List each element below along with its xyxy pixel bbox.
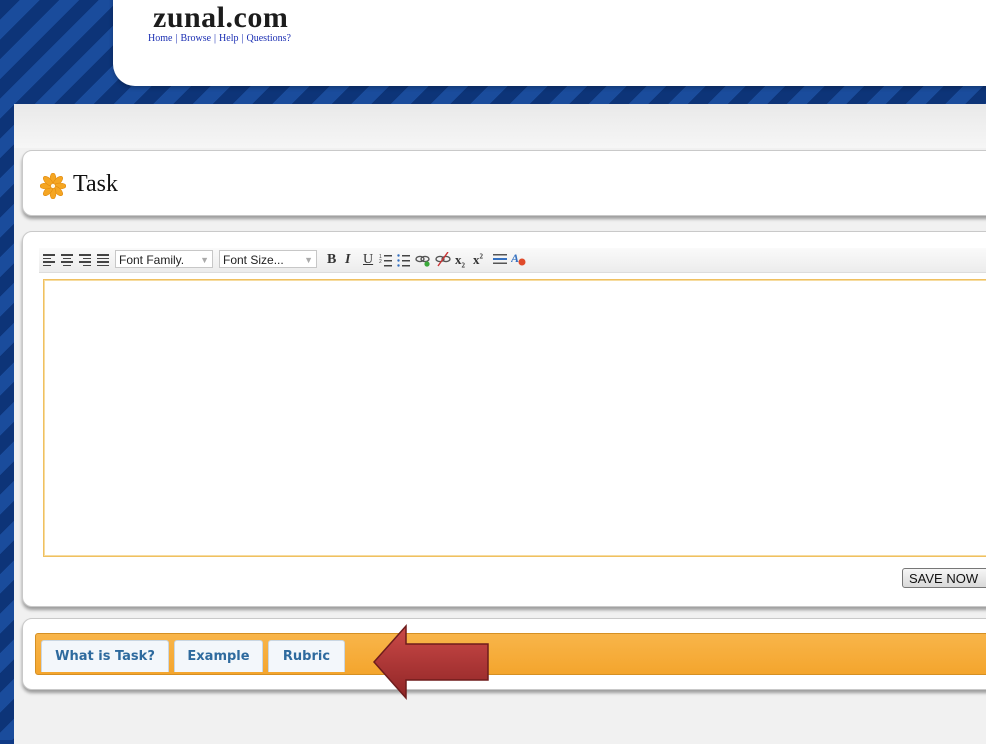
- task-title-panel: Task: [22, 150, 986, 216]
- horizontal-rule-icon[interactable]: [493, 253, 507, 269]
- align-left-icon[interactable]: [43, 254, 55, 266]
- tab-what-is-task[interactable]: What is Task?: [41, 640, 169, 672]
- font-size-select[interactable]: Font Size... ▼: [219, 250, 317, 268]
- clean-format-icon[interactable]: A: [511, 251, 527, 267]
- nav-help-link[interactable]: Help: [219, 33, 238, 44]
- nav-browse-link[interactable]: Browse: [180, 33, 211, 44]
- nav-home-link[interactable]: Home: [148, 33, 172, 44]
- save-now-button[interactable]: SAVE NOW: [902, 568, 986, 588]
- pointer-arrow-icon: [372, 624, 489, 700]
- unordered-list-icon[interactable]: [397, 253, 411, 269]
- tab-rubric[interactable]: Rubric: [268, 640, 345, 672]
- subscript-button[interactable]: x2: [455, 252, 465, 270]
- bold-button[interactable]: B: [327, 252, 336, 268]
- italic-button[interactable]: I: [345, 252, 350, 268]
- superscript-button[interactable]: x2: [473, 252, 483, 268]
- site-header: zunal.com Home | Browse | Help | Questions?: [113, 0, 986, 86]
- tab-example[interactable]: Example: [174, 640, 263, 672]
- nav-questions-link[interactable]: Questions?: [247, 33, 291, 44]
- font-family-select[interactable]: Font Family. ▼: [115, 250, 213, 268]
- top-navigation: Home | Browse | Help | Questions?: [148, 33, 291, 44]
- editor-textarea[interactable]: [43, 279, 986, 557]
- align-right-icon[interactable]: [79, 254, 91, 266]
- svg-text:2: 2: [379, 259, 382, 265]
- svg-text:A: A: [511, 251, 519, 265]
- underline-button[interactable]: U: [363, 252, 373, 268]
- tab-bar: What is Task? Example Rubric: [35, 633, 986, 675]
- site-logo[interactable]: zunal.com: [153, 3, 288, 33]
- editor-toolbar: Font Family. ▼ Font Size... ▼ B I U 1 2: [39, 248, 986, 273]
- asterisk-flower-icon: [40, 173, 66, 199]
- align-center-icon[interactable]: [61, 254, 73, 266]
- main-content: Task Font Family. ▼ Font Size... ▼ B I U…: [14, 104, 986, 744]
- tabs-panel: What is Task? Example Rubric: [22, 618, 986, 690]
- ordered-list-icon[interactable]: 1 2: [379, 253, 393, 269]
- chevron-down-icon: ▼: [200, 255, 209, 265]
- align-justify-icon[interactable]: [97, 254, 109, 266]
- chevron-down-icon: ▼: [304, 255, 313, 265]
- page-title: Task: [73, 171, 118, 197]
- link-icon[interactable]: [415, 253, 431, 269]
- unlink-icon[interactable]: [435, 252, 451, 268]
- editor-panel: Font Family. ▼ Font Size... ▼ B I U 1 2: [22, 231, 986, 607]
